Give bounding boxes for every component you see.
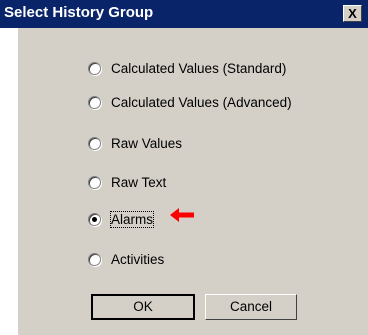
radio-button[interactable] [88, 176, 101, 189]
radio-button[interactable] [88, 62, 101, 75]
radio-dot-icon [92, 217, 97, 222]
option-label: Alarms [109, 211, 155, 228]
select-history-group-dialog: Select History Group X Calculated Values… [0, 0, 368, 335]
option-label: Calculated Values (Advanced) [111, 95, 292, 110]
option-label: Raw Values [111, 136, 183, 151]
title-bar[interactable]: Select History Group X [0, 0, 368, 28]
close-icon: X [348, 6, 357, 21]
dialog-title: Select History Group [4, 4, 154, 21]
option-label: Calculated Values (Standard) [111, 61, 287, 76]
ok-button[interactable]: OK [91, 294, 195, 320]
radio-button[interactable] [88, 96, 101, 109]
window-edge [0, 28, 18, 335]
radio-button[interactable] [88, 137, 101, 150]
option-label: Raw Text [111, 175, 167, 190]
red-arrow-icon [170, 208, 194, 222]
cancel-button[interactable]: Cancel [205, 294, 297, 320]
option-label: Activities [111, 252, 165, 267]
radio-button-selected[interactable] [88, 213, 101, 226]
radio-button[interactable] [88, 253, 101, 266]
close-button[interactable]: X [343, 5, 362, 22]
